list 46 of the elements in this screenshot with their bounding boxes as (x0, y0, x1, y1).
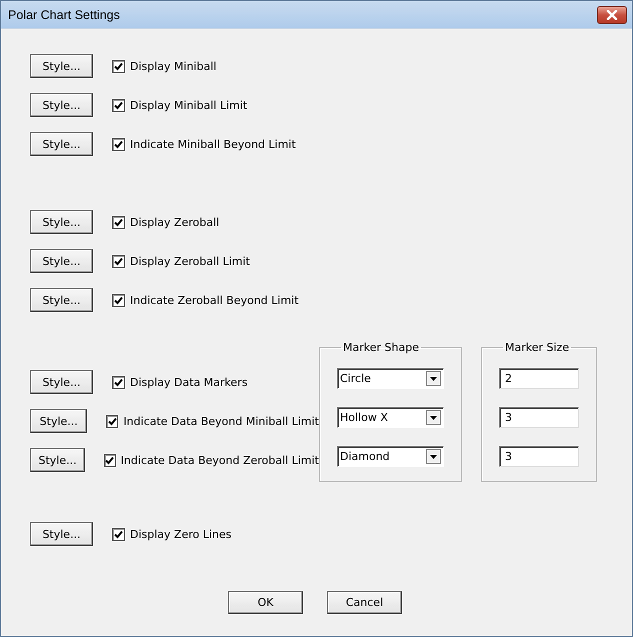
checkbox[interactable] (104, 454, 116, 466)
checkbox-label: Display Zeroball (130, 216, 220, 228)
checkbox[interactable] (112, 294, 125, 306)
group-title: Marker Shape (342, 341, 420, 354)
style-button[interactable]: Style... (30, 288, 93, 312)
checkbox-label: Display Zero Lines (130, 528, 232, 540)
close-button[interactable] (597, 6, 627, 24)
checkbox[interactable] (112, 528, 125, 540)
ok-button[interactable]: OK (228, 591, 303, 614)
caret-icon (430, 454, 437, 458)
checkbox[interactable] (112, 216, 125, 228)
style-button[interactable]: Style... (30, 370, 93, 394)
input-field[interactable]: 3 (499, 446, 579, 467)
style-button[interactable]: Style... (30, 54, 93, 78)
style-button[interactable]: Style... (30, 132, 93, 156)
checkbox-label: Display Data Markers (130, 376, 248, 388)
checkbox[interactable] (112, 60, 125, 72)
dropdown[interactable]: Hollow X (337, 407, 444, 428)
cancel-button[interactable]: Cancel (327, 591, 402, 614)
checkbox[interactable] (112, 254, 125, 268)
checkbox[interactable] (112, 98, 125, 112)
checkbox[interactable] (106, 414, 118, 428)
checkbox-label: Display Miniball Limit (130, 98, 248, 112)
dropdown[interactable]: Diamond (337, 446, 444, 467)
checkbox-label: Indicate Data Beyond Miniball Limit (123, 414, 319, 428)
close-icon (606, 10, 618, 20)
window-title: Polar Chart Settings (8, 8, 120, 22)
caret-icon (430, 376, 437, 380)
style-button[interactable]: Style... (30, 210, 93, 234)
caret-icon (430, 416, 437, 420)
style-button[interactable]: Style... (30, 409, 88, 433)
input-field[interactable]: 3 (499, 407, 579, 428)
checkbox-label: Indicate Miniball Beyond Limit (130, 138, 296, 150)
checkbox[interactable] (112, 376, 125, 388)
group-title: Marker Size (504, 341, 570, 354)
checkbox-label: Display Miniball (130, 60, 216, 72)
input-field[interactable]: 2 (499, 368, 579, 389)
style-button[interactable]: Style... (30, 93, 93, 117)
checkbox-label: Indicate Zeroball Beyond Limit (130, 294, 299, 306)
checkbox[interactable] (112, 138, 125, 150)
style-button[interactable]: Style... (30, 522, 93, 546)
style-button[interactable]: Style... (30, 249, 93, 273)
checkbox-label: Indicate Data Beyond Zeroball Limit (120, 454, 319, 466)
style-button[interactable]: Style... (30, 448, 86, 472)
dropdown[interactable]: Circle (337, 368, 444, 389)
checkbox-label: Display Zeroball Limit (130, 254, 250, 268)
